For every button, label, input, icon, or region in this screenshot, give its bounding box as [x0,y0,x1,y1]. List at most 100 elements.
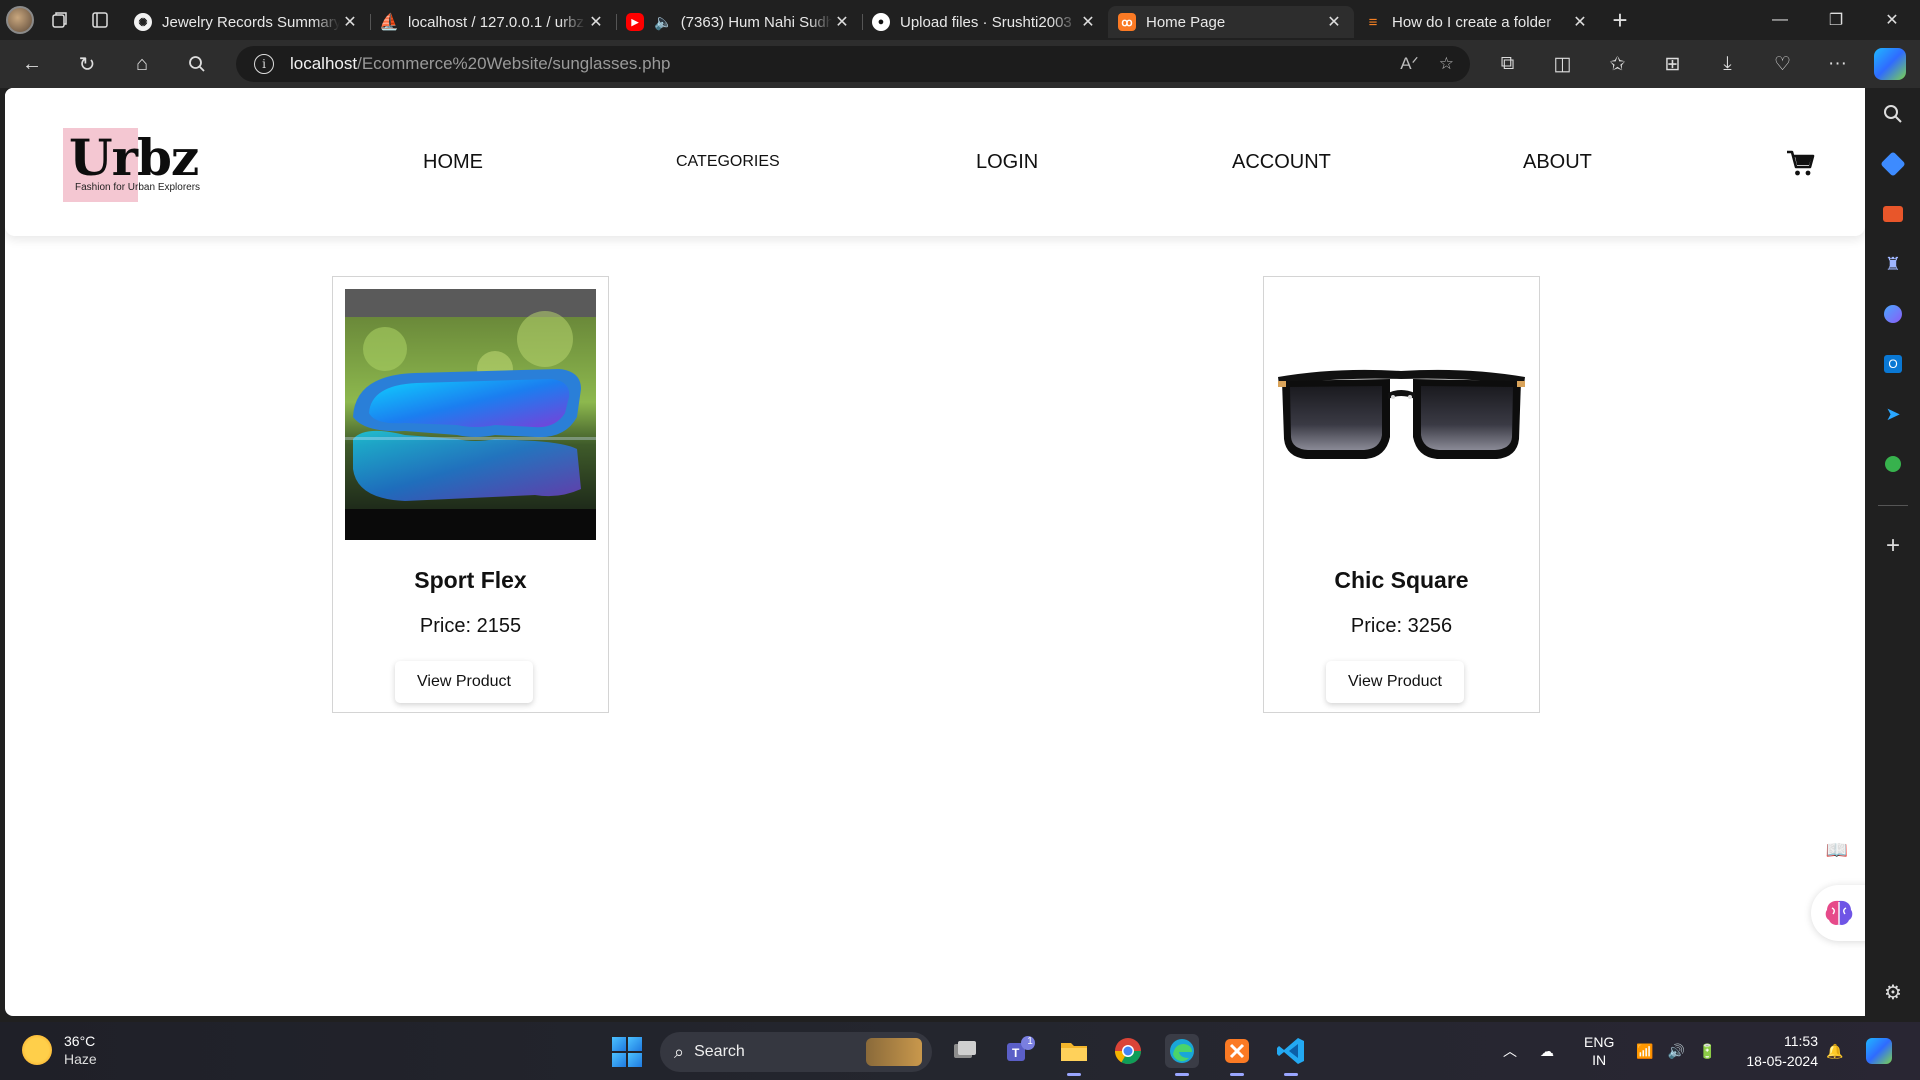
browser-essentials-icon[interactable]: ♡ [1755,53,1810,76]
cart-icon[interactable] [1785,148,1815,178]
phpmyadmin-favicon-icon: ⛵ [379,14,399,31]
sidebar-add-icon[interactable]: + [1879,532,1907,560]
search-icon: ⌕ [674,1041,685,1062]
workspaces-icon[interactable] [40,0,80,40]
sidebar-send-icon[interactable]: ➤ [1879,400,1907,428]
tab-close-icon[interactable]: ✕ [1570,12,1590,32]
tab-close-icon[interactable]: ✕ [340,12,360,32]
nav-categories-link[interactable]: CATEGORIES [676,153,780,171]
sidebar-tree-icon[interactable] [1879,450,1907,478]
chrome-icon[interactable] [1111,1034,1145,1068]
sidebar-search-icon[interactable] [1879,100,1907,128]
speaker-icon[interactable]: 🔈 [654,13,673,31]
sidebar-settings-gear-icon[interactable]: ⚙ [1879,978,1907,1006]
tab-title: (7363) Hum Nahi Sudhrenge [680,13,832,31]
product-image-chic-square[interactable] [1276,289,1527,540]
tab-title: How do I create a folder [1392,13,1552,31]
search-placeholder: Search [694,1043,745,1060]
favorites-icon[interactable]: ✩ [1590,53,1645,76]
view-product-button[interactable]: View Product [1326,661,1464,703]
browser-tab[interactable]: ● Upload files · Srushti2003 ✕ [862,6,1108,38]
svg-text:T: T [1012,1046,1020,1060]
quick-settings[interactable]: 📶 🔊 🔋 [1636,1022,1716,1080]
stackoverflow-favicon-icon: ≡ [1368,13,1378,31]
notification-bell-icon[interactable]: 🔔 [1826,1022,1843,1080]
file-explorer-icon[interactable] [1057,1034,1091,1076]
tab-close-icon[interactable]: ✕ [586,12,606,32]
browser-tab[interactable]: ≡ How do I create a folder ✕ [1354,6,1600,38]
sidebar-copilot-icon[interactable] [1879,300,1907,328]
nav-about-link[interactable]: ABOUT [1523,151,1592,174]
ai-assistant-brain-icon[interactable] [1811,885,1865,941]
xampp-icon[interactable] [1220,1034,1254,1076]
product-price: Price: 3256 [1350,615,1453,637]
url-host: localhost [290,54,358,73]
youtube-favicon-icon: ▶ [626,13,644,31]
product-card: Sport Flex Price: 2155 View Product [332,276,609,713]
weather-widget[interactable]: 36°C Haze [22,1032,97,1068]
lang-region: IN [1592,1052,1607,1068]
search-highlight-icon [866,1038,922,1066]
downloads-icon[interactable]: ⤓ [1700,53,1755,75]
view-product-button[interactable]: View Product [395,661,533,703]
tab-title: Jewelry Records Summary [162,13,340,31]
browser-tab[interactable]: ✺ Jewelry Records Summary ✕ [124,6,370,38]
copilot-taskbar-icon[interactable] [1866,1022,1892,1080]
profile-avatar-icon[interactable] [0,0,40,40]
favorite-star-icon[interactable]: ☆ [1439,54,1454,74]
sidebar-divider [1878,505,1908,506]
new-tab-button[interactable]: + [1600,0,1640,40]
sidebar-shopping-tag-icon[interactable] [1879,150,1907,178]
copilot-icon[interactable] [1874,48,1906,80]
collections-icon[interactable]: ⊞ [1645,53,1700,76]
more-menu-icon[interactable]: ··· [1810,53,1865,75]
windows-start-icon[interactable] [612,1037,642,1067]
nav-account-link[interactable]: ACCOUNT [1232,151,1331,174]
search-button[interactable] [174,44,220,84]
logo-tagline: Fashion for Urban Explorers [75,182,201,193]
nav-home-link[interactable]: HOME [423,151,483,174]
task-view-icon[interactable] [948,1034,982,1068]
sidebar-games-icon[interactable]: ♜ [1879,250,1907,278]
site-logo[interactable]: Urbz Fashion for Urban Explorers [63,128,213,202]
tab-actions-icon[interactable] [80,0,120,40]
haze-sun-icon [22,1035,52,1065]
tab-close-icon[interactable]: ✕ [832,12,852,32]
system-clock[interactable]: 11:53 18-05-2024 [1738,1031,1818,1071]
vscode-icon[interactable] [1274,1034,1308,1076]
edge-icon[interactable] [1165,1034,1199,1076]
language-indicator[interactable]: ENG IN [1584,1022,1614,1080]
home-button[interactable]: ⌂ [119,44,165,84]
read-aloud-icon[interactable]: Aᐟ [1400,54,1419,74]
sidebar-tools-icon[interactable] [1879,200,1907,228]
logo-text: Urbz [69,128,199,187]
immersive-reader-icon[interactable]: 📖 [1823,840,1851,868]
back-button[interactable]: ← [9,44,55,84]
product-name: Chic Square [1334,567,1469,593]
browser-tab[interactable]: ▶ 🔈 (7363) Hum Nahi Sudhrenge ✕ [616,6,862,38]
product-image-sport-flex[interactable] [345,289,596,540]
sidebar-outlook-icon[interactable]: O [1879,350,1907,378]
tab-close-icon[interactable]: ✕ [1324,12,1344,32]
browser-tab-strip: ✺ Jewelry Records Summary ✕ ⛵ localhost … [0,0,1920,40]
refresh-button[interactable]: ↻ [64,44,110,84]
show-hidden-icons-chevron-icon[interactable]: ︿ [1503,1022,1517,1080]
browser-tab[interactable]: ⛵ localhost / 127.0.0.1 / urbz ✕ [370,6,616,38]
clock-time: 11:53 [1784,1033,1818,1049]
nav-login-link[interactable]: LOGIN [976,151,1038,174]
site-info-icon[interactable]: i [254,54,274,74]
close-window-button[interactable]: ✕ [1864,0,1920,40]
split-screen-icon[interactable]: ◫ [1535,53,1590,76]
weather-temperature: 36°C [64,1033,96,1049]
taskbar-search-box[interactable]: ⌕ Search [660,1032,932,1072]
onedrive-cloud-icon[interactable]: ☁ [1540,1022,1554,1080]
teams-icon[interactable]: T 1 [1003,1034,1037,1068]
site-header: Urbz Fashion for Urban Explorers HOME CA… [5,88,1865,236]
minimize-button[interactable]: — [1752,0,1808,40]
restore-button[interactable]: ❐ [1808,0,1864,40]
browser-tab-active[interactable]: ꝏ Home Page ✕ [1108,6,1354,38]
extensions-icon[interactable]: ⧉ [1480,53,1535,75]
tab-close-icon[interactable]: ✕ [1078,12,1098,32]
address-bar[interactable]: i localhost/Ecommerce%20Website/sunglass… [236,46,1470,82]
battery-icon: 🔋 [1698,1042,1717,1059]
